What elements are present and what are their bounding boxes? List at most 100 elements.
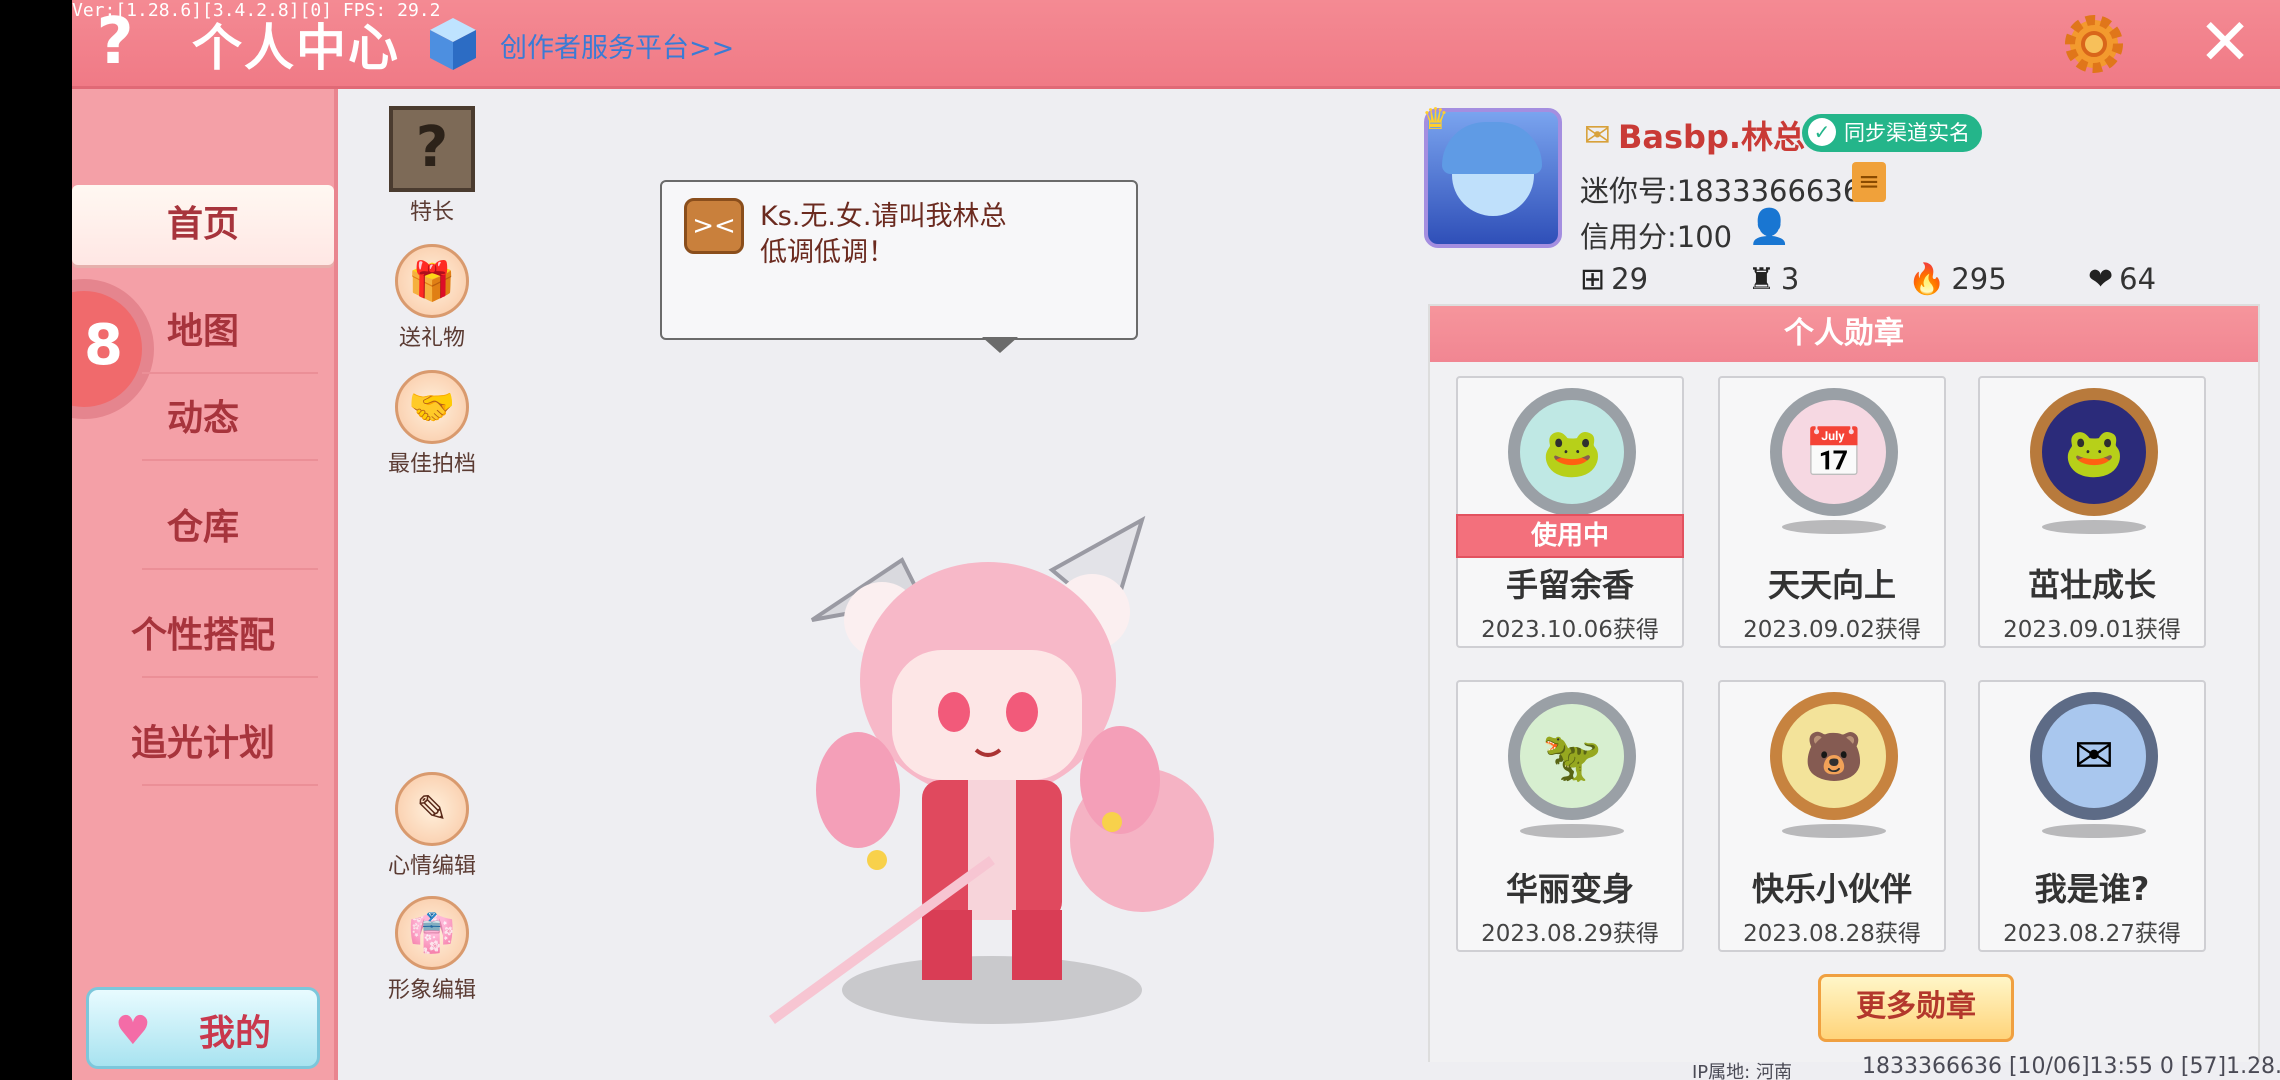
debug-version-text: Ver:[1.28.6][3.4.2.8][0] FPS: 29.2 <box>72 0 441 21</box>
medal-card[interactable]: 📅 天天向上 2023.09.02获得 <box>1718 376 1946 648</box>
question-box-icon: ? <box>389 106 475 192</box>
stat-value: 64 <box>2119 262 2157 296</box>
mood-edit-button[interactable]: ✎ 心情编辑 <box>372 772 492 880</box>
medal-shadow <box>1520 824 1624 838</box>
specialty-label: 特长 <box>409 200 454 225</box>
cube-icon <box>430 18 476 70</box>
medal-fragrance-icon: 🐸 <box>1508 388 1636 516</box>
medal-date: 2023.08.28获得 <box>1743 921 1921 947</box>
medal-card[interactable]: 🐸 茁壮成长 2023.09.01获得 <box>1978 376 2206 648</box>
medal-panel-title: 个人勋章 <box>1430 306 2258 362</box>
flame-icon: 🔥 <box>1908 262 1946 297</box>
avatar-edit-button[interactable]: 👘 形象编辑 <box>372 896 492 1004</box>
medal-card[interactable]: 🦖 华丽变身 2023.08.29获得 <box>1456 680 1684 952</box>
copy-id-icon[interactable]: ≡ <box>1852 162 1886 202</box>
best-partner-label: 最佳拍档 <box>387 452 476 477</box>
medal-date: 2023.09.01获得 <box>2003 617 2181 643</box>
medal-shadow <box>2042 520 2146 534</box>
medal-name: 我是谁? <box>2034 870 2150 908</box>
medal-name: 快乐小伙伴 <box>1751 870 1912 908</box>
handshake-icon: 🤝 <box>395 370 469 444</box>
in-use-badge: 使用中 <box>1456 514 1684 558</box>
player-character-avatar[interactable] <box>692 500 1292 1040</box>
credit-person-icon[interactable]: 👤 <box>1748 206 1790 248</box>
sidebar: 8 首页 地图 动态 仓库 个性搭配 追光计划 ♥ 我的 <box>72 89 338 1080</box>
edit-pencil-icon: ✎ <box>395 772 469 846</box>
divider <box>142 784 318 786</box>
credit-score-text: 信用分:100 <box>1580 220 1733 254</box>
trophy-person-icon: ♜ <box>1748 262 1775 297</box>
realname-badge[interactable]: ✓ 同步渠道实名 <box>1802 114 1982 152</box>
medal-date: 2023.09.02获得 <box>1743 617 1921 643</box>
bubble-tail <box>982 337 1018 353</box>
medal-dino-icon: 🦖 <box>1508 692 1636 820</box>
stat-value: 3 <box>1780 262 1800 296</box>
medal-frog-crown-icon: 🐸 <box>2030 388 2158 516</box>
divider <box>142 372 318 374</box>
footer-status-text: 1833366636 [10/06]13:55 0 [57]1.28.6 <box>1862 1054 2280 1079</box>
medal-shadow <box>1782 824 1886 838</box>
mini-id-text: 迷你号:1833366636 <box>1580 174 1862 208</box>
best-partner-button[interactable]: 🤝 最佳拍档 <box>372 370 492 478</box>
my-button-label: 我的 <box>199 1013 272 1054</box>
medal-date: 2023.08.29获得 <box>1481 921 1659 947</box>
stat-value: 295 <box>1951 262 2007 296</box>
sidebar-item-feed[interactable]: 动态 <box>72 380 334 458</box>
vip-mail-icon: ✉ <box>1584 116 1611 154</box>
mood-text-line2: 低调低调！ <box>760 237 895 268</box>
avatar-hair <box>1442 122 1542 174</box>
stat-likes[interactable]: ❤ 64 <box>2088 262 2156 297</box>
stat-trophies[interactable]: ♜ 3 <box>1748 262 1799 297</box>
close-button[interactable]: ✕ <box>2190 8 2260 78</box>
medal-date: 2023.08.27获得 <box>2003 921 2181 947</box>
medal-name: 茁壮成长 <box>2027 566 2156 604</box>
medal-card[interactable]: 🐻 快乐小伙伴 2023.08.28获得 <box>1718 680 1946 952</box>
player-nickname: Basbp.林总 <box>1618 118 1806 156</box>
sidebar-item-home[interactable]: 首页 <box>72 186 334 264</box>
medal-card[interactable]: ✉ 我是谁? 2023.08.27获得 <box>1978 680 2206 952</box>
medal-shadow <box>2042 824 2146 838</box>
outfit-icon: 👘 <box>395 896 469 970</box>
stat-value: 29 <box>1611 262 1649 296</box>
gift-icon: 🎁 <box>395 244 469 318</box>
settings-gear-icon[interactable] <box>2062 12 2126 76</box>
medal-name: 手留余香 <box>1505 566 1634 604</box>
sidebar-item-light-plan[interactable]: 追光计划 <box>72 705 334 783</box>
mood-face-icon: >< <box>684 198 744 254</box>
medal-name: 天天向上 <box>1767 566 1896 604</box>
divider <box>142 676 318 678</box>
mood-text-line1: Ks.无.女.请叫我林总 <box>760 201 1007 232</box>
medal-card[interactable]: 🐸 使用中 手留余香 2023.10.06获得 <box>1456 376 1684 648</box>
medal-panel: 个人勋章 🐸 使用中 手留余香 2023.10.06获得 📅 天天向上 2023… <box>1428 304 2260 1062</box>
plus-bookmark-icon: ⊞ <box>1580 262 1606 297</box>
medal-calendar-icon: 📅 <box>1770 388 1898 516</box>
medal-grid: 🐸 使用中 手留余香 2023.10.06获得 📅 天天向上 2023.09.0… <box>1430 362 2258 1062</box>
sidebar-item-warehouse[interactable]: 仓库 <box>72 489 334 567</box>
heart-icon: ♥ <box>115 1008 151 1054</box>
medal-date: 2023.10.06获得 <box>1481 617 1659 643</box>
divider <box>142 459 318 461</box>
send-gift-label: 送礼物 <box>398 326 465 351</box>
stat-popularity[interactable]: 🔥 295 <box>1908 262 2007 297</box>
divider <box>142 568 318 570</box>
more-medals-button[interactable]: 更多勋章 <box>1818 974 2014 1042</box>
medal-name: 华丽变身 <box>1505 870 1634 908</box>
mood-speech-bubble[interactable]: >< Ks.无.女.请叫我林总 低调低调！ <box>660 180 1138 340</box>
my-button[interactable]: ♥ 我的 <box>86 987 320 1069</box>
specialty-button[interactable]: ? 特长 <box>372 106 492 226</box>
mood-edit-label: 心情编辑 <box>387 854 476 879</box>
avatar-edit-label: 形象编辑 <box>387 978 476 1003</box>
sidebar-item-outfit[interactable]: 个性搭配 <box>72 597 334 675</box>
person-check-icon: ✓ <box>1808 118 1836 146</box>
medal-friends-icon: 🐻 <box>1770 692 1898 820</box>
ip-location-text: IP属地: 河南 <box>1692 1062 1792 1080</box>
hearts-icon: ❤ <box>2088 262 2114 297</box>
sidebar-item-map[interactable]: 地图 <box>72 293 334 371</box>
creator-platform-link[interactable]: 创作者服务平台>> <box>500 26 734 65</box>
crown-icon: ♛ <box>1422 102 1449 137</box>
profile-avatar[interactable]: ♛ <box>1422 102 1562 248</box>
stat-bookmarks[interactable]: ⊞ 29 <box>1580 262 1648 297</box>
realname-badge-label: 同步渠道实名 <box>1844 121 1970 145</box>
medal-shadow <box>1782 520 1886 534</box>
send-gift-button[interactable]: 🎁 送礼物 <box>372 244 492 352</box>
